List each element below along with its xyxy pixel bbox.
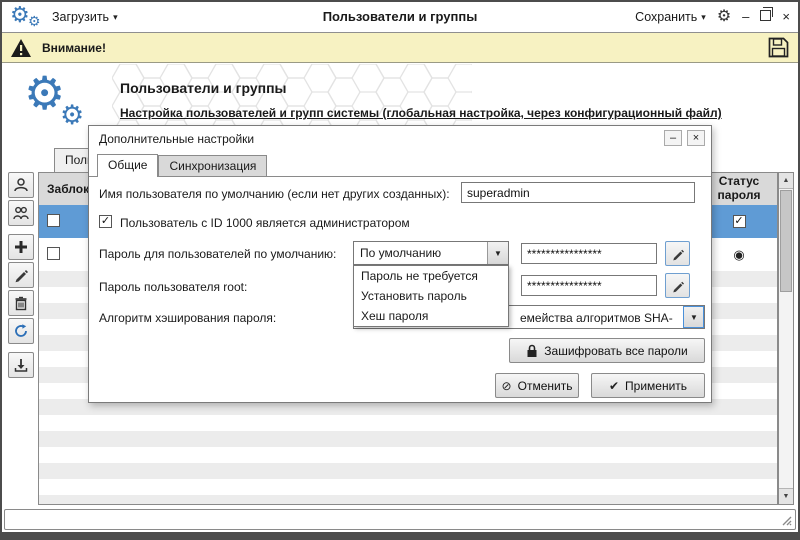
chevron-down-icon: ▾ bbox=[701, 11, 706, 22]
edit-root-password-button[interactable] bbox=[665, 273, 690, 298]
add-button[interactable] bbox=[8, 234, 34, 260]
vertical-scrollbar[interactable]: ▲ ▼ bbox=[778, 172, 794, 505]
apply-button[interactable]: ✔ Применить bbox=[591, 373, 705, 398]
page-subtitle: Настройка пользователей и групп системы … bbox=[120, 106, 722, 120]
dialog-tabs: Общие Синхронизация bbox=[89, 152, 711, 177]
maximize-button[interactable] bbox=[760, 2, 774, 32]
hash-algorithm-label: Алгоритм хэширования пароля: bbox=[99, 311, 277, 325]
warning-bar: Внимание! bbox=[2, 33, 798, 63]
titlebar: Пользователи и группы ⚙ ⚙ Загрузить ▾ Со… bbox=[2, 2, 798, 33]
blocked-checkbox[interactable] bbox=[47, 214, 60, 227]
export-button[interactable] bbox=[8, 352, 34, 378]
dialog-close-button[interactable]: × bbox=[687, 130, 705, 146]
resize-grip[interactable] bbox=[780, 514, 792, 526]
blocked-checkbox[interactable] bbox=[47, 247, 60, 260]
groups-button[interactable] bbox=[8, 200, 34, 226]
refresh-icon bbox=[15, 324, 27, 337]
status-radio-selected[interactable]: ◉ bbox=[733, 247, 744, 263]
status-checkbox-checked[interactable]: ✓ bbox=[732, 215, 746, 228]
app-window: Пользователи и группы ⚙ ⚙ Загрузить ▾ Со… bbox=[0, 0, 800, 540]
warning-triangle-icon bbox=[10, 38, 32, 58]
scroll-down-button[interactable]: ▼ bbox=[779, 488, 793, 504]
dialog-title: Дополнительные настройки bbox=[99, 132, 255, 146]
chevron-down-icon[interactable]: ▼ bbox=[683, 306, 704, 328]
arrow-down-icon: ▼ bbox=[782, 493, 790, 500]
default-password-select[interactable]: По умолчанию ▼ bbox=[353, 241, 509, 265]
password-mode-dropdown: Пароль не требуется Установить пароль Хе… bbox=[353, 265, 509, 327]
check-icon: ✔ bbox=[608, 378, 620, 393]
dialog-titlebar: Дополнительные настройки – × bbox=[89, 126, 711, 152]
chevron-down-icon: ▾ bbox=[113, 11, 118, 22]
default-username-input[interactable] bbox=[461, 182, 695, 203]
dropdown-option[interactable]: Хеш пароля bbox=[354, 306, 508, 326]
tab-general[interactable]: Общие bbox=[97, 154, 159, 177]
dropdown-option[interactable]: Пароль не требуется bbox=[354, 266, 508, 286]
save-file-floppy-icon[interactable] bbox=[767, 36, 790, 59]
dialog-general-panel: Имя пользователя по умолчанию (если нет … bbox=[89, 177, 711, 402]
encrypt-all-button[interactable]: Зашифровать все пароли bbox=[509, 338, 705, 363]
dialog-minimize-button[interactable]: – bbox=[664, 130, 682, 146]
edit-default-password-button[interactable] bbox=[665, 241, 690, 266]
delete-button[interactable] bbox=[8, 290, 34, 316]
cancel-label: Отменить bbox=[517, 378, 573, 393]
dropdown-option[interactable]: Установить пароль bbox=[354, 286, 508, 306]
download-icon bbox=[14, 359, 28, 372]
plus-icon bbox=[15, 241, 27, 253]
save-menu-label: Сохранить bbox=[635, 10, 698, 24]
apply-label: Применить bbox=[625, 378, 688, 393]
additional-settings-dialog: Дополнительные настройки – × Общие Синхр… bbox=[88, 125, 712, 403]
cancel-button[interactable]: ⊘ Отменить bbox=[495, 373, 579, 398]
load-menu-button[interactable]: Загрузить ▾ bbox=[52, 10, 118, 24]
app-logo-gears-icon: ⚙ ⚙ bbox=[10, 2, 41, 29]
pencil-icon bbox=[15, 270, 28, 283]
arrow-up-icon: ▲ bbox=[782, 177, 790, 184]
column-header-blocked[interactable]: Заблок bbox=[47, 173, 89, 205]
admin-id1000-checkbox[interactable]: ✓ bbox=[99, 215, 112, 228]
scroll-up-button[interactable]: ▲ bbox=[779, 173, 793, 189]
default-password-selected-value: По умолчанию bbox=[360, 246, 442, 260]
group-icon bbox=[13, 206, 29, 220]
minimize-button[interactable]: – bbox=[742, 2, 749, 32]
load-menu-label: Загрузить bbox=[52, 10, 110, 24]
save-menu-button[interactable]: Сохранить ▾ bbox=[635, 10, 706, 24]
maximize-icon bbox=[760, 7, 774, 21]
user-icon bbox=[14, 178, 28, 192]
trash-icon bbox=[15, 296, 27, 311]
encrypt-all-label: Зашифровать все пароли bbox=[544, 343, 688, 358]
user-account-button[interactable] bbox=[8, 172, 34, 198]
default-username-label: Имя пользователя по умолчанию (если нет … bbox=[99, 187, 450, 201]
cancel-icon: ⊘ bbox=[501, 378, 512, 393]
close-button[interactable]: × bbox=[782, 2, 790, 32]
status-bar bbox=[4, 509, 796, 530]
pencil-icon bbox=[672, 281, 684, 292]
password-status-cell: ✓ bbox=[701, 205, 777, 238]
warning-text: Внимание! bbox=[42, 40, 106, 55]
pencil-icon bbox=[672, 249, 684, 260]
root-password-input[interactable] bbox=[521, 275, 657, 296]
settings-gear-icon[interactable]: ⚙ bbox=[717, 9, 731, 25]
root-password-label: Пароль пользователя root: bbox=[99, 280, 248, 294]
password-status-cell: ◉ bbox=[701, 238, 777, 271]
tab-sync[interactable]: Синхронизация bbox=[158, 155, 268, 176]
default-password-label: Пароль для пользователей по умолчанию: bbox=[99, 247, 337, 261]
default-password-input[interactable] bbox=[521, 243, 657, 264]
page-title: Пользователи и группы bbox=[120, 80, 287, 96]
refresh-button[interactable] bbox=[8, 318, 34, 344]
edit-button[interactable] bbox=[8, 262, 34, 288]
lock-icon bbox=[527, 344, 537, 357]
chevron-down-icon[interactable]: ▼ bbox=[487, 242, 508, 264]
scrollbar-thumb[interactable] bbox=[780, 190, 792, 292]
admin-id1000-label: Пользователь с ID 1000 является админист… bbox=[120, 216, 410, 230]
hash-algorithm-value: емейства алгоритмов SHA- bbox=[520, 311, 673, 325]
